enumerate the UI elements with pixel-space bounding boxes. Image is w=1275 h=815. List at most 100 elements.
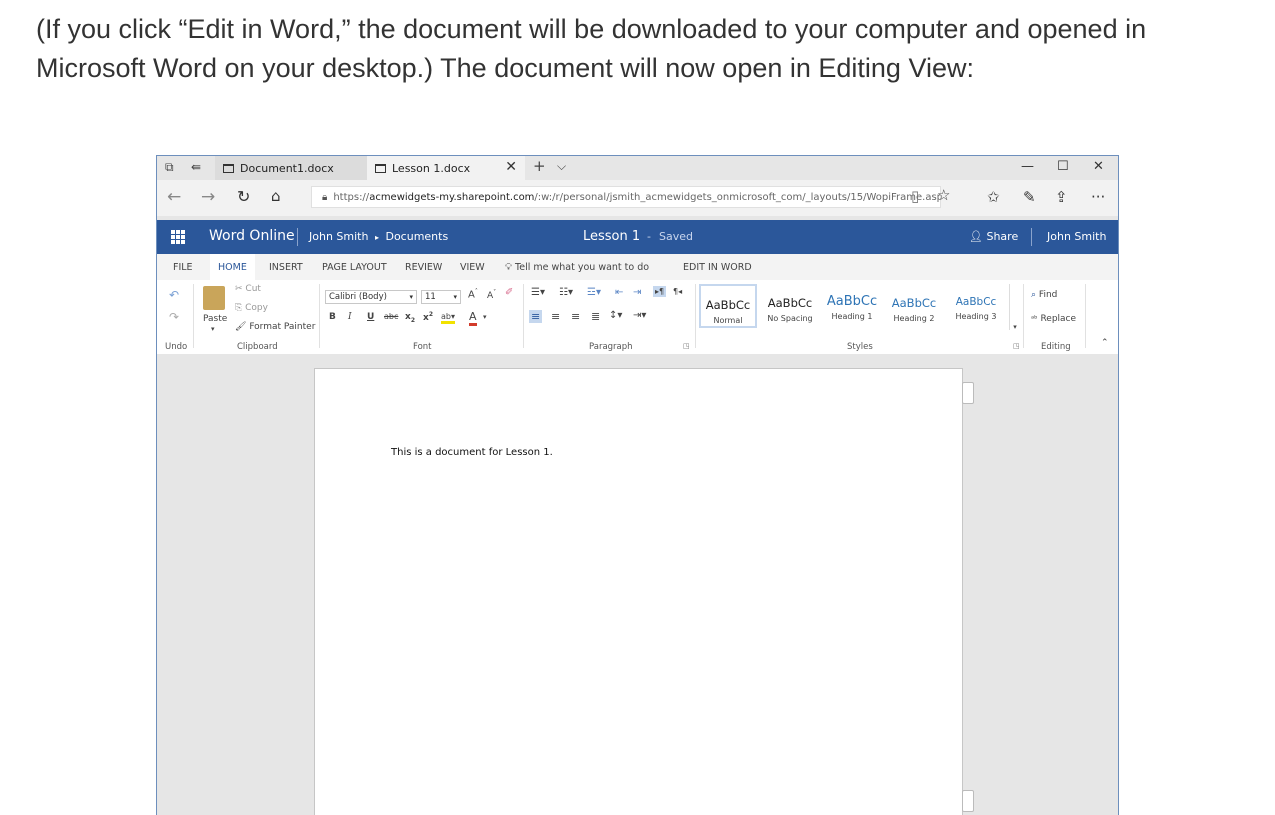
paragraph-spacing-icon[interactable]: ⇥▾ — [633, 310, 646, 321]
font-family-select[interactable]: Calibri (Body) ▾ — [325, 290, 417, 304]
status-text: Saved — [658, 230, 693, 243]
status-separator: - — [647, 230, 651, 243]
styles-gallery-more-icon[interactable]: ▾ — [1009, 284, 1020, 331]
group-divider — [193, 284, 194, 348]
style-heading-1[interactable]: AaBbCc Heading 1 — [823, 284, 881, 328]
clear-formatting-icon[interactable]: ✐ — [505, 287, 513, 298]
align-center-icon[interactable]: ≡ — [551, 310, 560, 323]
paste-dropdown-icon[interactable]: ▾ — [211, 325, 215, 333]
forward-arrow-icon[interactable]: → — [201, 187, 215, 207]
styles-launcher-icon[interactable]: ◳ — [1013, 342, 1020, 350]
decrease-indent-icon[interactable]: ⇤ — [615, 287, 623, 298]
italic-button[interactable]: I — [348, 312, 352, 322]
share-person-icon: 👤︎ — [969, 230, 983, 243]
tab-view[interactable]: VIEW — [460, 262, 485, 273]
redo-icon[interactable]: ↷ — [169, 310, 179, 324]
tell-me-box[interactable]: 💡︎ Tell me what you want to do — [505, 262, 649, 273]
underline-button[interactable]: U — [367, 312, 374, 322]
tab-document1[interactable]: Document1.docx — [215, 156, 367, 180]
collapse-ribbon-icon[interactable]: ⌃ — [1101, 338, 1109, 348]
align-right-icon[interactable]: ≡ — [571, 310, 580, 323]
align-left-icon[interactable]: ≡ — [529, 310, 543, 323]
refresh-icon[interactable]: ↻ — [237, 187, 250, 206]
favorites-hub-icon[interactable]: ✩ — [987, 188, 1000, 206]
font-size-select[interactable]: 11 ▾ — [421, 290, 461, 304]
user-account[interactable]: John Smith — [1047, 230, 1106, 243]
url-field[interactable]: 🔒︎ https:// acmewidgets-my.sharepoint.co… — [311, 186, 941, 208]
tab-file[interactable]: FILE — [173, 262, 193, 273]
tab-close-icon[interactable]: ✕ — [505, 159, 517, 175]
strikethrough-button[interactable]: abc — [384, 312, 398, 321]
document-page[interactable]: This is a document for Lesson 1. — [314, 368, 963, 815]
shrink-font-icon[interactable]: A˅ — [487, 289, 496, 301]
share-page-icon[interactable]: ⇪ — [1055, 188, 1068, 206]
web-note-pen-icon[interactable]: ✎ — [1023, 188, 1036, 206]
tab-edit-in-word[interactable]: EDIT IN WORD — [683, 262, 752, 273]
paragraph-group-label: Paragraph — [589, 342, 633, 352]
superscript-button[interactable]: x2 — [423, 311, 433, 323]
bullets-icon[interactable]: ☰▾ — [531, 287, 545, 298]
format-painter-button[interactable]: 🖌︎ Format Painter — [235, 322, 315, 332]
scrollbar-thumb-bottom[interactable] — [962, 790, 974, 812]
numbering-icon[interactable]: ☷▾ — [559, 287, 573, 298]
tab-insert[interactable]: INSERT — [269, 262, 303, 273]
font-color-button[interactable]: A — [469, 310, 477, 326]
style-heading-3[interactable]: AaBbCc Heading 3 — [947, 284, 1005, 328]
find-button[interactable]: ⌕ Find — [1031, 290, 1057, 300]
font-group-label: Font — [413, 342, 432, 352]
set-tabs-aside-icon[interactable]: ⇚ — [191, 160, 201, 174]
replace-button[interactable]: ᵃᵇ Replace — [1031, 314, 1076, 324]
copy-button[interactable]: ⎘ Copy — [235, 303, 268, 313]
browser-screenshot: ⧉ ⇚ Document1.docx Lesson 1.docx ✕ + ⌵ —… — [156, 155, 1119, 815]
undo-icon[interactable]: ↶ — [169, 288, 179, 302]
reading-view-icon[interactable]: ▯ — [911, 187, 919, 205]
tab-home[interactable]: HOME — [210, 254, 255, 280]
tab-page-layout[interactable]: PAGE LAYOUT — [322, 262, 387, 273]
scrollbar-thumb-top[interactable] — [962, 382, 974, 404]
paragraph-launcher-icon[interactable]: ◳ — [683, 342, 690, 350]
tab-lesson1[interactable]: Lesson 1.docx ✕ — [367, 156, 525, 180]
style-normal[interactable]: AaBbCc Normal — [699, 284, 757, 328]
minimize-button[interactable]: — — [1021, 159, 1034, 174]
document-title[interactable]: Lesson 1 — [583, 229, 640, 244]
line-spacing-icon[interactable]: ↕▾ — [609, 310, 622, 321]
subscript-button[interactable]: x2 — [405, 312, 415, 324]
tab-stack-icon[interactable]: ⧉ — [165, 160, 174, 175]
share-button[interactable]: 👤︎ Share — [969, 230, 1018, 243]
breadcrumb-folder[interactable]: Documents — [385, 230, 448, 243]
paste-button[interactable]: Paste — [203, 314, 227, 324]
intro-line-2: Microsoft Word on your desktop.) The doc… — [36, 53, 974, 83]
justify-icon[interactable]: ≣ — [591, 310, 600, 323]
bold-button[interactable]: B — [329, 312, 336, 322]
increase-indent-icon[interactable]: ⇥ — [633, 287, 641, 298]
url-path: /:w:/r/personal/jsmith_acmewidgets_onmic… — [534, 191, 941, 203]
multilevel-list-icon[interactable]: ☲▾ — [587, 287, 601, 298]
maximize-button[interactable]: ☐ — [1057, 159, 1069, 174]
breadcrumb-owner[interactable]: John Smith — [309, 230, 368, 243]
style-heading-2[interactable]: AaBbCc Heading 2 — [885, 284, 943, 328]
lock-icon: 🔒︎ — [322, 191, 328, 203]
undo-group-label: Undo — [165, 342, 188, 352]
close-window-button[interactable]: ✕ — [1093, 159, 1104, 174]
style-no-spacing[interactable]: AaBbCc No Spacing — [761, 284, 819, 328]
document-body-text[interactable]: This is a document for Lesson 1. — [391, 447, 553, 458]
favorite-star-icon[interactable]: ☆ — [937, 186, 950, 204]
app-name[interactable]: Word Online — [209, 228, 295, 244]
cut-button[interactable]: ✂ Cut — [235, 284, 261, 294]
group-divider — [1023, 284, 1024, 348]
grow-font-icon[interactable]: A˄ — [468, 288, 478, 300]
new-tab-button[interactable]: + — [533, 157, 546, 175]
paste-clipboard-icon[interactable] — [203, 286, 225, 310]
font-color-dropdown-icon[interactable]: ▾ — [483, 313, 487, 321]
tab-label: Lesson 1.docx — [392, 161, 471, 175]
tab-review[interactable]: REVIEW — [405, 262, 442, 273]
highlight-color-button[interactable]: ab▾ — [441, 312, 455, 324]
word-header-bar: Word Online John Smith ▸ Documents Lesso… — [157, 220, 1118, 254]
rtl-direction-icon[interactable]: ¶◂ — [673, 287, 682, 296]
home-icon[interactable]: ⌂ — [271, 187, 281, 205]
app-launcher-icon[interactable] — [171, 230, 185, 244]
tab-menu-chevron-icon[interactable]: ⌵ — [557, 159, 566, 174]
more-menu-icon[interactable]: ··· — [1091, 188, 1105, 206]
back-arrow-icon[interactable]: ← — [167, 187, 181, 207]
ltr-direction-icon[interactable]: ▸¶ — [653, 286, 667, 297]
